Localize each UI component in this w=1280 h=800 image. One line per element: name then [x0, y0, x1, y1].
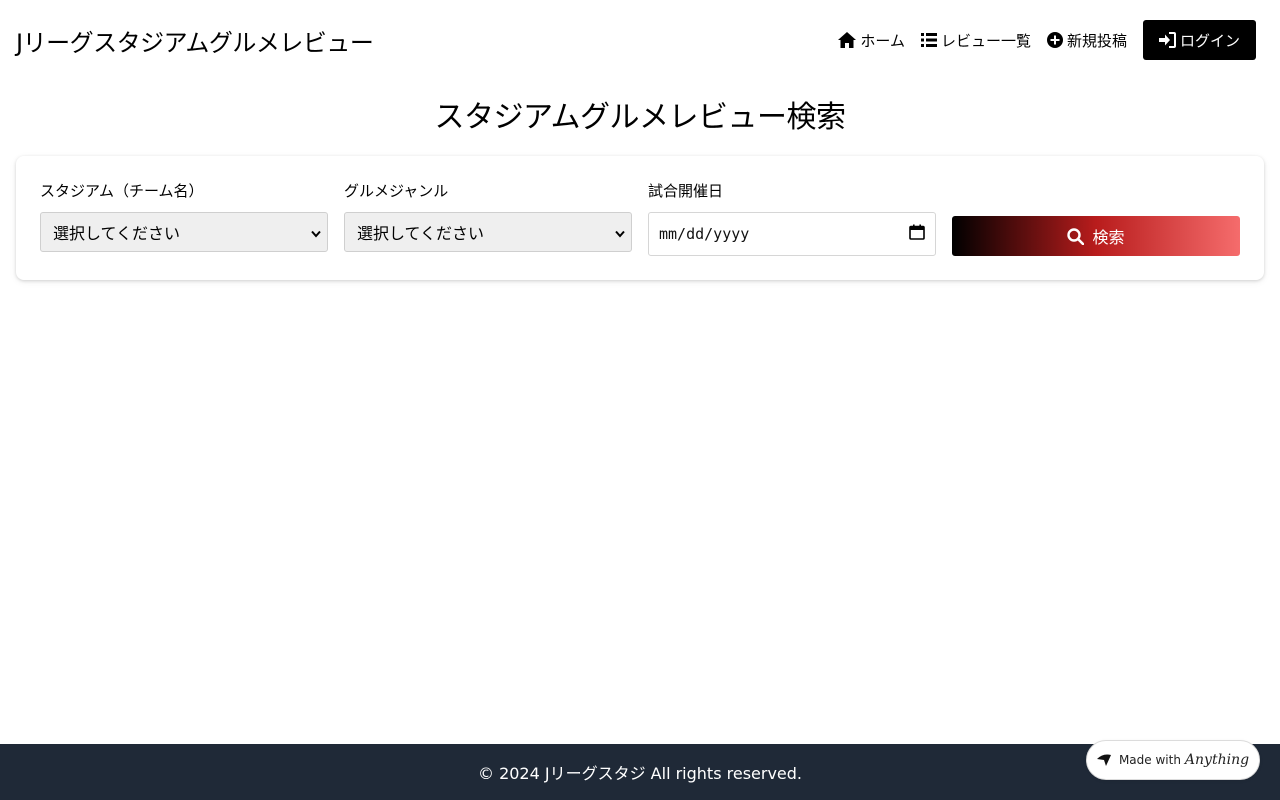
date-field: 試合開催日 mm/dd/yyyy [648, 180, 936, 256]
genre-field: グルメジャンル 選択してください [344, 180, 632, 256]
stadium-select[interactable]: 選択してください [40, 212, 328, 252]
nav-home[interactable]: ホーム [838, 30, 905, 51]
plus-circle-icon [1046, 32, 1063, 48]
date-label: 試合開催日 [648, 182, 724, 200]
login-button[interactable]: ログイン [1142, 20, 1256, 60]
nav-review-list-label: レビュー一覧 [940, 31, 1031, 50]
search-icon [1067, 227, 1085, 245]
site-title[interactable]: Jリーグスタジアムグルメレビュー [16, 23, 374, 58]
made-with-badge[interactable]: Made with Anything [1086, 740, 1260, 780]
copyright-text: © 2024 Jリーグスタジ All rights reserved. [477, 764, 803, 783]
page-title: スタジアムグルメレビュー検索 [434, 100, 846, 135]
search-form-card: スタジアム（チーム名） 選択してください グルメジャンル 選択してください 試合… [16, 156, 1264, 280]
main-nav: ホーム レビュー一覧 新規投稿 ログイン [822, 20, 1256, 60]
nav-new-post[interactable]: 新規投稿 [1046, 30, 1127, 51]
chevron-down-icon [615, 223, 625, 242]
list-icon [920, 33, 937, 47]
genre-label: グルメジャンル [344, 182, 449, 200]
made-with-text: Made with [1118, 753, 1181, 767]
brand-logo-icon [1096, 754, 1111, 766]
login-button-label: ログイン [1179, 31, 1240, 50]
nav-review-list[interactable]: レビュー一覧 [920, 30, 1031, 51]
chevron-down-icon [311, 223, 321, 242]
search-button-label: 検索 [1092, 228, 1125, 247]
stadium-field: スタジアム（チーム名） 選択してください [40, 180, 328, 256]
nav-home-label: ホーム [860, 31, 905, 50]
genre-select[interactable]: 選択してください [344, 212, 632, 252]
search-button[interactable]: 検索 [952, 216, 1240, 256]
genre-select-value: 選択してください [357, 224, 485, 243]
brand-name: Anything [1184, 752, 1250, 768]
stadium-label: スタジアム（チーム名） [40, 182, 204, 200]
match-date-input[interactable]: mm/dd/yyyy [648, 212, 936, 256]
sign-in-icon [1158, 32, 1176, 48]
calendar-icon[interactable] [909, 224, 925, 244]
site-header: Jリーグスタジアムグルメレビュー ホーム レビュー一覧 新規投稿 ログイン [0, 0, 1280, 80]
search-action: 検索 [952, 180, 1240, 256]
date-placeholder: mm/dd/yyyy [659, 225, 750, 243]
stadium-select-value: 選択してください [53, 224, 181, 243]
nav-new-post-label: 新規投稿 [1066, 31, 1127, 50]
home-icon [838, 32, 857, 48]
